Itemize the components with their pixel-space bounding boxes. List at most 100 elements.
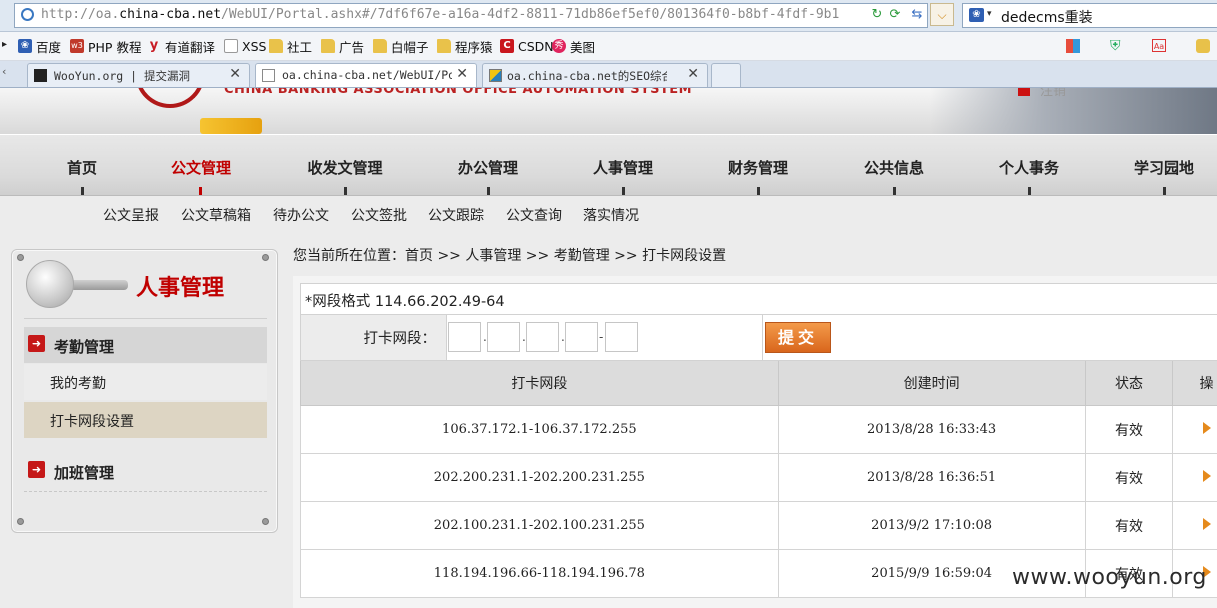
bank-association-logo — [135, 88, 205, 108]
submit-button[interactable]: 提交 — [765, 322, 831, 353]
subnav-pending[interactable]: 待办公文 — [273, 205, 329, 225]
screw-icon — [17, 254, 24, 261]
baidu-paw-icon[interactable]: ❀ — [969, 8, 984, 22]
address-dropdown-button[interactable]: ⌵ — [930, 3, 954, 26]
extension-icon[interactable] — [1196, 39, 1210, 53]
search-input[interactable]: ❀ ▾ dedecms重装 — [962, 3, 1217, 28]
close-icon[interactable]: ✕ — [229, 66, 241, 82]
subnav-track[interactable]: 公文跟踪 — [428, 205, 484, 225]
nav-dispatch[interactable]: 收发文管理 — [285, 157, 405, 178]
cell-status: 有效 — [1084, 501, 1174, 550]
nav-tick — [893, 187, 896, 195]
bookmark-php[interactable]: w3 PHP 教程 — [70, 37, 141, 55]
sidebar-item-my-attendance[interactable]: 我的考勤 — [24, 364, 267, 400]
nav-public-info[interactable]: 公共信息 — [834, 157, 954, 178]
go-icon[interactable]: ⇆ — [907, 5, 927, 25]
nav-tick — [1163, 187, 1166, 195]
table-row: 202.100.231.1-202.100.231.255 2013/9/2 1… — [300, 501, 1217, 550]
nav-tick-active — [199, 187, 202, 195]
sidebar-section-overtime[interactable]: ➜ 加班管理 — [24, 453, 267, 489]
bookmark-label: 白帽子 — [391, 39, 429, 55]
subnav-implementation[interactable]: 落实情况 — [583, 205, 639, 225]
bookmark-label: PHP 教程 — [88, 39, 142, 55]
search-query[interactable]: dedecms重装 — [1001, 7, 1093, 27]
bookmark-whitehat[interactable]: 白帽子 — [373, 37, 429, 55]
bookmark-social[interactable]: 社工 — [269, 37, 312, 55]
logout-icon[interactable] — [1018, 88, 1030, 96]
column-header-actions: 操 — [1172, 361, 1217, 406]
bookmark-xss[interactable]: XSS — [224, 37, 266, 55]
nav-office[interactable]: 办公管理 — [428, 157, 548, 178]
logout-link[interactable]: 注销 — [1040, 88, 1066, 99]
watermark: www.wooyun.org — [1012, 565, 1207, 590]
globe-icon — [21, 8, 34, 21]
cell-range: 106.37.172.1-106.37.172.255 — [300, 405, 779, 454]
tab-oa-portal[interactable]: oa.china-cba.net/WebUI/Porta ✕ — [255, 63, 477, 87]
bookmark-label: 美图 — [570, 39, 596, 55]
bookmark-youdao[interactable]: y 有道翻译 — [147, 37, 215, 55]
column-header-status: 状态 — [1084, 361, 1174, 406]
bookmark-coder[interactable]: 程序猿 — [437, 37, 493, 55]
nav-hr[interactable]: 人事管理 — [563, 157, 683, 178]
sub-nav: 公文呈报 公文草稿箱 待办公文 公文签批 公文跟踪 公文查询 落实情况 — [0, 196, 1217, 234]
bookmark-ads[interactable]: 广告 — [321, 37, 364, 55]
subnav-drafts[interactable]: 公文草稿箱 — [181, 205, 251, 225]
bookmark-csdn[interactable]: C CSDN — [500, 37, 554, 55]
bookmark-meitu[interactable]: 秀美图 — [552, 37, 595, 55]
bookmarks-expand-icon[interactable]: ▸ — [2, 39, 7, 50]
bookmark-label: XSS — [242, 38, 267, 54]
address-field[interactable]: http://oa.china-cba.net/WebUI/Portal.ash… — [14, 3, 928, 28]
sidebar-section-label: 考勤管理 — [54, 338, 115, 356]
search-engine-dropdown-icon[interactable]: ▾ — [987, 9, 992, 19]
ip-range-end-input[interactable] — [605, 322, 638, 352]
ip-octet-1-input[interactable] — [448, 322, 481, 352]
page-favicon — [262, 69, 275, 82]
tab-label: WooYun.org | 提交漏洞 — [54, 69, 191, 83]
edit-icon[interactable] — [1203, 469, 1212, 482]
edit-icon[interactable] — [1203, 421, 1212, 434]
tab-seo[interactable]: oa.china-cba.net的SEO综合查询 ✕ — [482, 63, 708, 87]
sidebar-item-clock-in-range[interactable]: 打卡网段设置 — [24, 402, 267, 438]
nav-learning[interactable]: 学习园地 — [1104, 157, 1217, 178]
compat-mode-icon[interactable]: ↻ — [867, 5, 887, 25]
close-icon[interactable]: ✕ — [687, 66, 699, 82]
nav-finance[interactable]: 财务管理 — [698, 157, 818, 178]
translate-icon[interactable]: Aa — [1152, 39, 1166, 52]
shield-icon[interactable]: ⛨ — [1110, 38, 1121, 54]
divider — [762, 315, 763, 360]
cell-created: 2013/9/2 17:10:08 — [777, 501, 1086, 550]
edit-icon[interactable] — [1203, 517, 1212, 530]
close-icon[interactable]: ✕ — [456, 66, 468, 82]
apps-grid-icon[interactable] — [1066, 39, 1080, 53]
sidebar-section-attendance[interactable]: ➜ 考勤管理 — [24, 327, 267, 363]
subnav-approve[interactable]: 公文签批 — [351, 205, 407, 225]
ip-range-form: 打卡网段： . . . - 提交 — [300, 315, 1217, 361]
sidebar-section-label: 加班管理 — [54, 464, 115, 482]
ip-octet-3-input[interactable] — [526, 322, 559, 352]
tab-scroll-left-icon[interactable]: ‹ — [2, 65, 6, 78]
form-label-cell: 打卡网段： — [301, 315, 447, 360]
divider — [24, 318, 267, 319]
tab-wooyun[interactable]: WooYun.org | 提交漏洞 ✕ — [27, 63, 250, 87]
arrow-in-icon: ➜ — [28, 461, 45, 478]
subnav-submit-doc[interactable]: 公文呈报 — [103, 205, 159, 225]
sidebar: 人事管理 ➜ 考勤管理 我的考勤 打卡网段设置 ➜ 加班管理 — [11, 249, 278, 533]
address-bar-row: http://oa.china-cba.net/WebUI/Portal.ash… — [0, 0, 1217, 32]
ip-octet-2-input[interactable] — [487, 322, 520, 352]
refresh-icon[interactable]: ⟳ — [885, 5, 905, 25]
nav-home[interactable]: 首页 — [22, 157, 142, 178]
banner-coin-graphic — [200, 118, 262, 134]
nav-documents[interactable]: 公文管理 — [141, 157, 261, 178]
bookmark-baidu[interactable]: ❀ 百度 — [18, 37, 61, 55]
tab-strip: ‹ WooYun.org | 提交漏洞 ✕ oa.china-cba.net/W… — [0, 61, 1217, 88]
nav-tick — [487, 187, 490, 195]
ip-octet-4-input[interactable] — [565, 322, 598, 352]
bookmark-label: 百度 — [36, 39, 62, 55]
nav-personal[interactable]: 个人事务 — [969, 157, 1089, 178]
folder-icon — [373, 39, 387, 53]
subnav-query[interactable]: 公文查询 — [506, 205, 562, 225]
column-header-range: 打卡网段 — [300, 361, 779, 406]
new-tab-button[interactable] — [711, 63, 741, 87]
url-text[interactable]: http://oa.china-cba.net/WebUI/Portal.ash… — [41, 7, 839, 22]
bookmark-label: 广告 — [339, 39, 365, 55]
